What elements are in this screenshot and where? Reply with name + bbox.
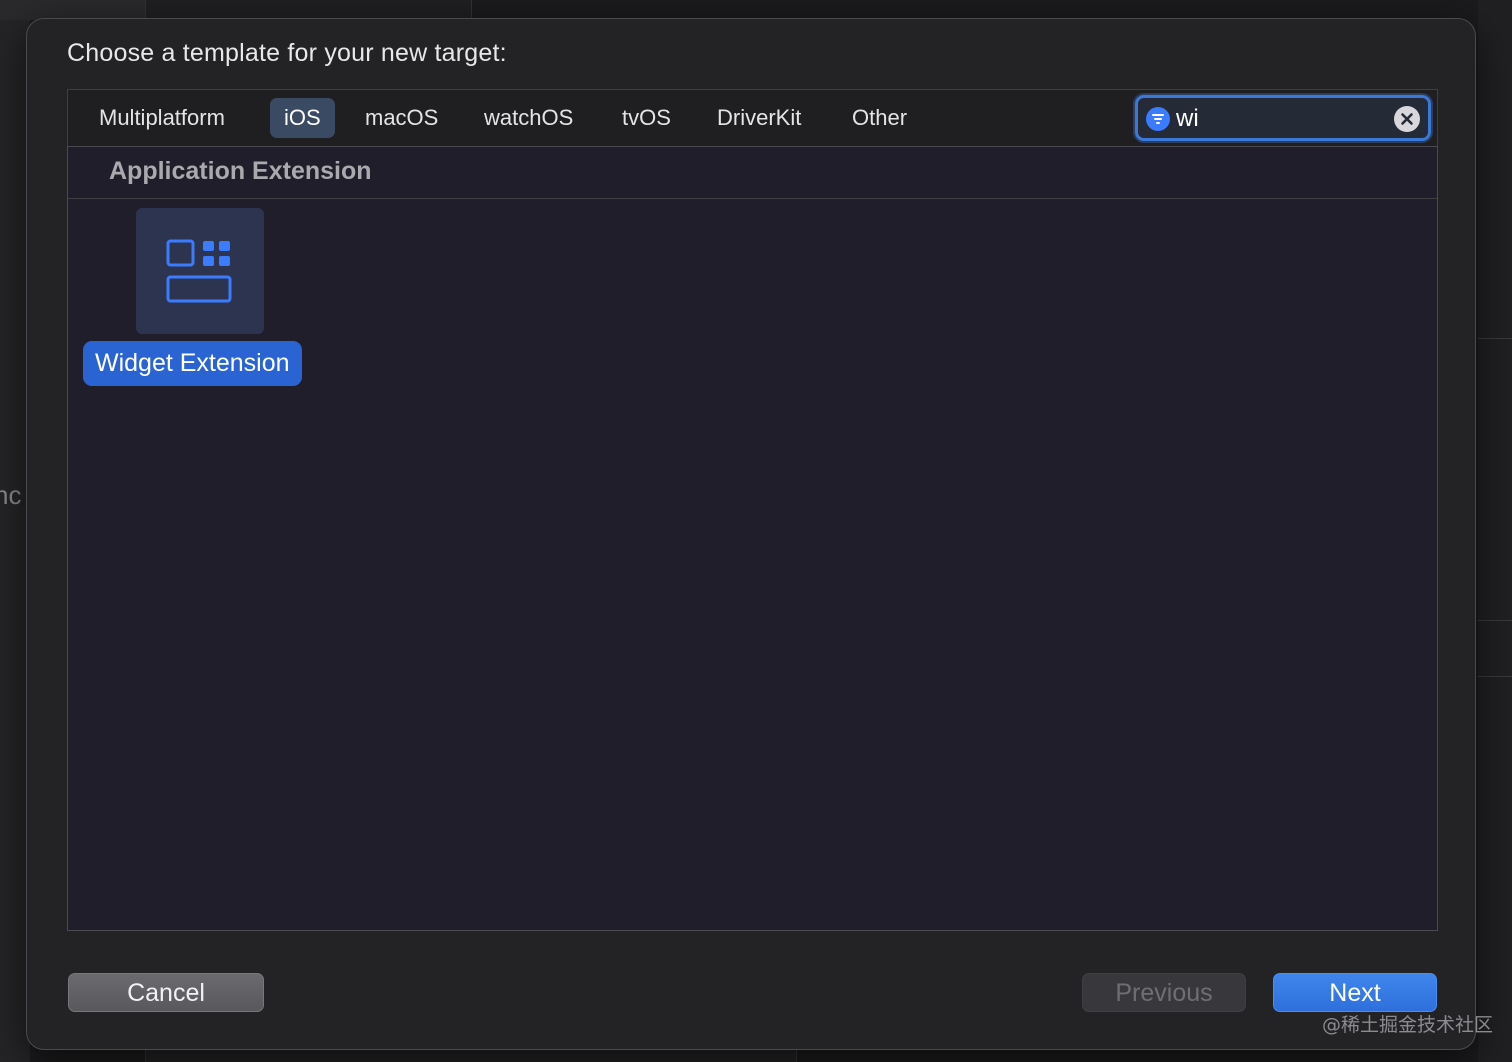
- tab-other[interactable]: Other: [838, 98, 921, 138]
- tab-driverkit[interactable]: DriverKit: [703, 98, 815, 138]
- background-right-panel: [1478, 0, 1512, 1062]
- background-divider: [1478, 338, 1512, 339]
- clear-icon[interactable]: [1394, 106, 1420, 132]
- template-icon-tile[interactable]: [136, 208, 264, 334]
- background-bottom-strip: [145, 1050, 797, 1062]
- template-list-panel: Application Extension Widget Extension: [67, 146, 1438, 931]
- background-divider: [1478, 620, 1512, 621]
- filter-icon[interactable]: [1146, 107, 1170, 131]
- widget-icon: [166, 239, 232, 303]
- next-button[interactable]: Next: [1273, 973, 1437, 1012]
- watermark: @稀土掘金技术社区: [1322, 1014, 1494, 1036]
- platform-tab-bar: Multiplatform iOS macOS watchOS tvOS Dri…: [67, 89, 1438, 147]
- tab-tvos[interactable]: tvOS: [608, 98, 685, 138]
- background-partial-text: nc: [0, 480, 22, 510]
- background-top-strip-2: [145, 0, 472, 20]
- tab-macos[interactable]: macOS: [351, 98, 452, 138]
- tab-ios[interactable]: iOS: [270, 98, 335, 138]
- cancel-button[interactable]: Cancel: [68, 973, 264, 1012]
- background-top-strip: [0, 0, 145, 20]
- tab-watchos[interactable]: watchOS: [470, 98, 587, 138]
- template-chooser-sheet: Choose a template for your new target: M…: [26, 18, 1476, 1050]
- background-divider: [1478, 676, 1512, 677]
- previous-button[interactable]: Previous: [1082, 973, 1246, 1012]
- template-label[interactable]: Widget Extension: [83, 341, 302, 386]
- template-search-field[interactable]: [1135, 95, 1431, 141]
- section-header: Application Extension: [68, 147, 1437, 199]
- sheet-title: Choose a template for your new target:: [67, 39, 507, 67]
- search-input[interactable]: [1176, 102, 1386, 136]
- tab-multiplatform[interactable]: Multiplatform: [85, 98, 239, 138]
- template-widget-extension[interactable]: Widget Extension: [83, 208, 319, 390]
- section-title: Application Extension: [109, 157, 372, 185]
